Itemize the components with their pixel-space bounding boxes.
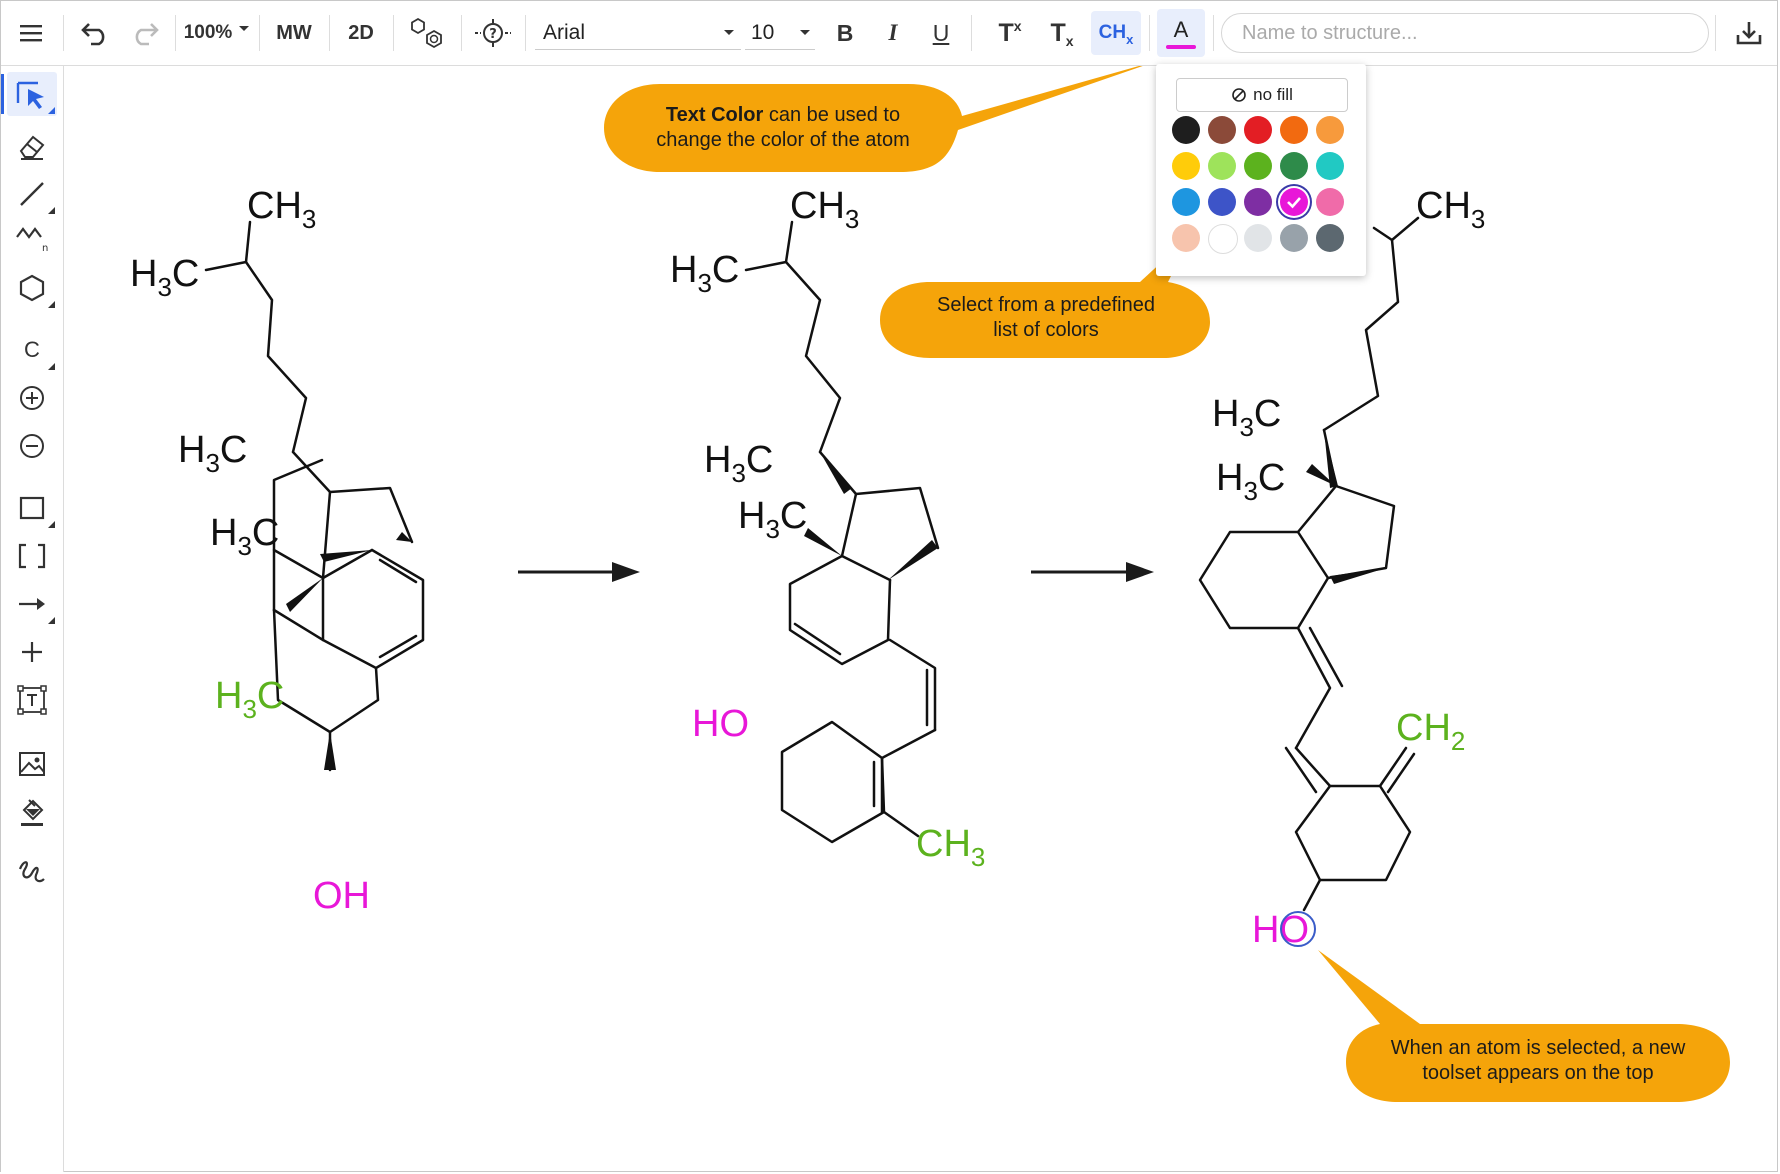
callout-line: change the color of the atom xyxy=(656,129,910,151)
color-swatch[interactable] xyxy=(1316,224,1344,252)
color-swatch[interactable] xyxy=(1280,188,1308,216)
callout-bold: Text Color xyxy=(665,104,764,126)
color-swatch[interactable] xyxy=(1316,116,1344,144)
canvas-background xyxy=(64,66,1776,1170)
color-swatch[interactable] xyxy=(1280,152,1308,180)
color-swatch[interactable] xyxy=(1208,116,1236,144)
atom-label-magenta[interactable]: OH xyxy=(313,875,370,917)
callout-rest: can be used to xyxy=(763,104,901,126)
color-swatch[interactable] xyxy=(1172,224,1200,252)
atom-label-magenta[interactable]: HO xyxy=(692,703,749,745)
color-swatch[interactable] xyxy=(1316,188,1344,216)
callout-text-color-text: Text Color can be used to change the col… xyxy=(618,103,948,153)
callout-atom-selected-text: When an atom is selected, a new toolset … xyxy=(1350,1036,1726,1086)
check-icon xyxy=(1287,197,1301,209)
text-color-popup: no fill xyxy=(1156,64,1366,276)
color-swatch[interactable] xyxy=(1172,188,1200,216)
color-swatch[interactable] xyxy=(1172,116,1200,144)
color-swatch[interactable] xyxy=(1244,152,1272,180)
color-swatch[interactable] xyxy=(1244,116,1272,144)
callout-line: list of colors xyxy=(993,319,1099,341)
color-swatch[interactable] xyxy=(1172,152,1200,180)
no-fill-button[interactable]: no fill xyxy=(1176,78,1348,112)
callout-line: toolset appears on the top xyxy=(1422,1062,1654,1084)
callout-line: Select from a predefined xyxy=(937,294,1155,316)
no-fill-icon xyxy=(1232,88,1246,102)
no-fill-label: no fill xyxy=(1253,85,1293,104)
color-swatch[interactable] xyxy=(1208,152,1236,180)
color-swatch[interactable] xyxy=(1208,188,1236,216)
structure-drawing[interactable]: CH3 H3C H3C H3C H3C OH CH3 H3C H3C H3C H… xyxy=(64,66,1776,1170)
color-swatch[interactable] xyxy=(1208,224,1238,254)
color-swatch[interactable] xyxy=(1280,116,1308,144)
callout-predefined-text: Select from a predefined list of colors xyxy=(888,293,1204,343)
callout-line: When an atom is selected, a new xyxy=(1390,1037,1686,1059)
color-swatch[interactable] xyxy=(1316,152,1344,180)
color-swatch[interactable] xyxy=(1244,188,1272,216)
color-swatch[interactable] xyxy=(1244,224,1272,252)
color-swatch[interactable] xyxy=(1280,224,1308,252)
